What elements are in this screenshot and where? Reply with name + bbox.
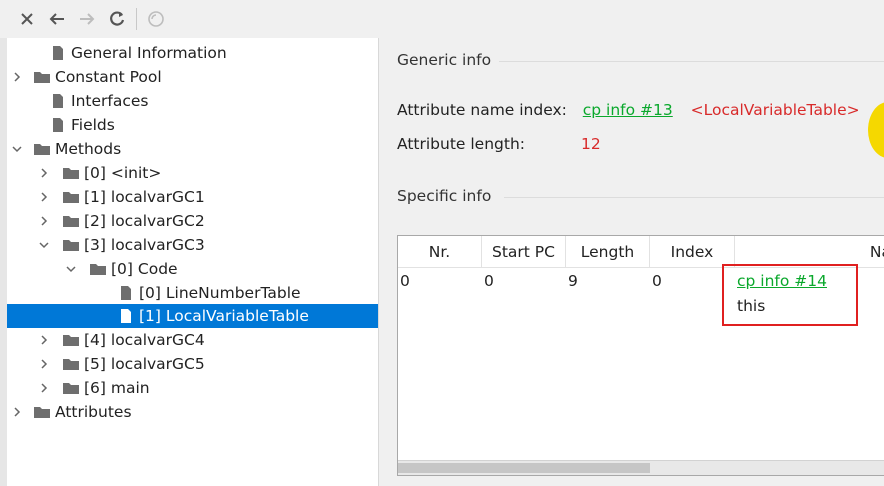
file-icon — [117, 285, 135, 301]
tree-node-label: General Information — [71, 44, 227, 62]
tree-node-label: Constant Pool — [55, 68, 162, 86]
folder-icon — [33, 404, 51, 420]
tree-node-label: [2] localvarGC2 — [84, 212, 205, 230]
tree-node-method-localvargc5[interactable]: [5] localvarGC5 — [7, 352, 378, 376]
cell-index: 0 — [652, 272, 662, 290]
tree-node-label: [0] <init> — [84, 164, 162, 182]
file-icon — [49, 117, 67, 133]
tree-node-method-init[interactable]: [0] <init> — [7, 161, 378, 185]
highlight-box — [722, 264, 858, 326]
back-arrow-icon[interactable] — [42, 4, 72, 34]
chevron-right-icon[interactable] — [9, 404, 25, 420]
attribute-name-index-label: Attribute name index: — [397, 101, 567, 119]
tree-node-general-information[interactable]: General Information — [7, 41, 378, 65]
tree-node-method-localvargc4[interactable]: [4] localvarGC4 — [7, 328, 378, 352]
attribute-length-value: 12 — [581, 135, 601, 153]
tree-node-label: [3] localvarGC3 — [84, 236, 205, 254]
attribute-length-label: Attribute length: — [397, 135, 525, 153]
tree-node-label: Attributes — [55, 403, 132, 421]
tree-node-method-localvargc2[interactable]: [2] localvarGC2 — [7, 209, 378, 233]
forward-arrow-icon[interactable] — [72, 4, 102, 34]
folder-icon — [33, 141, 51, 157]
left-edge-strip — [0, 38, 7, 486]
folder-icon — [33, 69, 51, 85]
chevron-right-icon[interactable] — [36, 380, 52, 396]
folder-icon — [62, 213, 80, 229]
cell-nr: 0 — [400, 272, 410, 290]
close-icon[interactable] — [12, 4, 42, 34]
detail-panel: Generic info Attribute name index: cp in… — [379, 38, 884, 486]
tree-node-label: [4] localvarGC4 — [84, 331, 205, 349]
folder-icon — [89, 261, 107, 277]
folder-icon — [62, 189, 80, 205]
folder-icon — [62, 332, 80, 348]
file-icon — [49, 93, 67, 109]
tree-node-attributes[interactable]: Attributes — [7, 400, 378, 424]
chevron-right-icon[interactable] — [36, 332, 52, 348]
class-tree: General Information Constant Pool Interf… — [7, 38, 379, 486]
divider — [504, 197, 884, 198]
tree-node-local-variable-table[interactable]: [1] LocalVariableTable — [7, 304, 378, 328]
chevron-right-icon[interactable] — [36, 213, 52, 229]
file-icon — [49, 45, 67, 61]
tree-node-method-localvargc1[interactable]: [1] localvarGC1 — [7, 185, 378, 209]
folder-icon — [62, 380, 80, 396]
chevron-right-icon[interactable] — [36, 356, 52, 372]
chevron-right-icon[interactable] — [36, 189, 52, 205]
toolbar-separator — [136, 8, 137, 30]
tree-node-code[interactable]: [0] Code — [7, 257, 378, 281]
chevron-down-icon[interactable] — [9, 141, 25, 157]
attribute-name-value: <LocalVariableTable> — [690, 101, 860, 119]
tree-node-label: [0] Code — [111, 260, 178, 278]
tree-node-label: [6] main — [84, 379, 150, 397]
tree-node-label: Fields — [71, 116, 115, 134]
tree-node-line-number-table[interactable]: [0] LineNumberTable — [7, 281, 378, 305]
cell-length: 9 — [568, 272, 578, 290]
tree-node-method-main[interactable]: [6] main — [7, 376, 378, 400]
folder-icon — [62, 237, 80, 253]
attribute-name-index-link[interactable]: cp info #13 — [583, 101, 673, 119]
horizontal-scrollbar[interactable] — [398, 460, 884, 475]
folder-icon — [62, 356, 80, 372]
file-icon — [117, 308, 135, 324]
chevron-right-icon[interactable] — [9, 69, 25, 85]
column-header-length[interactable]: Length — [566, 236, 650, 268]
tree-node-label: [1] LocalVariableTable — [139, 307, 309, 325]
chevron-down-icon[interactable] — [36, 237, 52, 253]
chevron-down-icon[interactable] — [63, 261, 79, 277]
scrollbar-thumb[interactable] — [398, 463, 650, 473]
tree-node-method-localvargc3[interactable]: [3] localvarGC3 — [7, 233, 378, 257]
tree-node-label: [5] localvarGC5 — [84, 355, 205, 373]
tree-node-label: [1] localvarGC1 — [84, 188, 205, 206]
tree-node-label: Interfaces — [71, 92, 149, 110]
toolbar — [0, 0, 884, 38]
browse-icon[interactable] — [141, 4, 171, 34]
folder-icon — [62, 165, 80, 181]
generic-info-heading: Generic info — [397, 51, 492, 69]
tree-node-constant-pool[interactable]: Constant Pool — [7, 65, 378, 89]
column-header-start-pc[interactable]: Start PC — [482, 236, 566, 268]
tree-node-label: Methods — [55, 140, 122, 158]
cell-start-pc: 0 — [484, 272, 494, 290]
column-header-nr[interactable]: Nr. — [398, 236, 482, 268]
divider — [499, 61, 884, 62]
attribute-name-index-row: Attribute name index: cp info #13 <Local… — [397, 101, 860, 119]
chevron-right-icon[interactable] — [36, 165, 52, 181]
tree-node-methods[interactable]: Methods — [7, 137, 378, 161]
tree-node-fields[interactable]: Fields — [7, 113, 378, 137]
tree-node-label: [0] LineNumberTable — [139, 284, 301, 302]
tree-node-interfaces[interactable]: Interfaces — [7, 89, 378, 113]
specific-info-heading: Specific info — [397, 187, 492, 205]
refresh-icon[interactable] — [102, 4, 132, 34]
